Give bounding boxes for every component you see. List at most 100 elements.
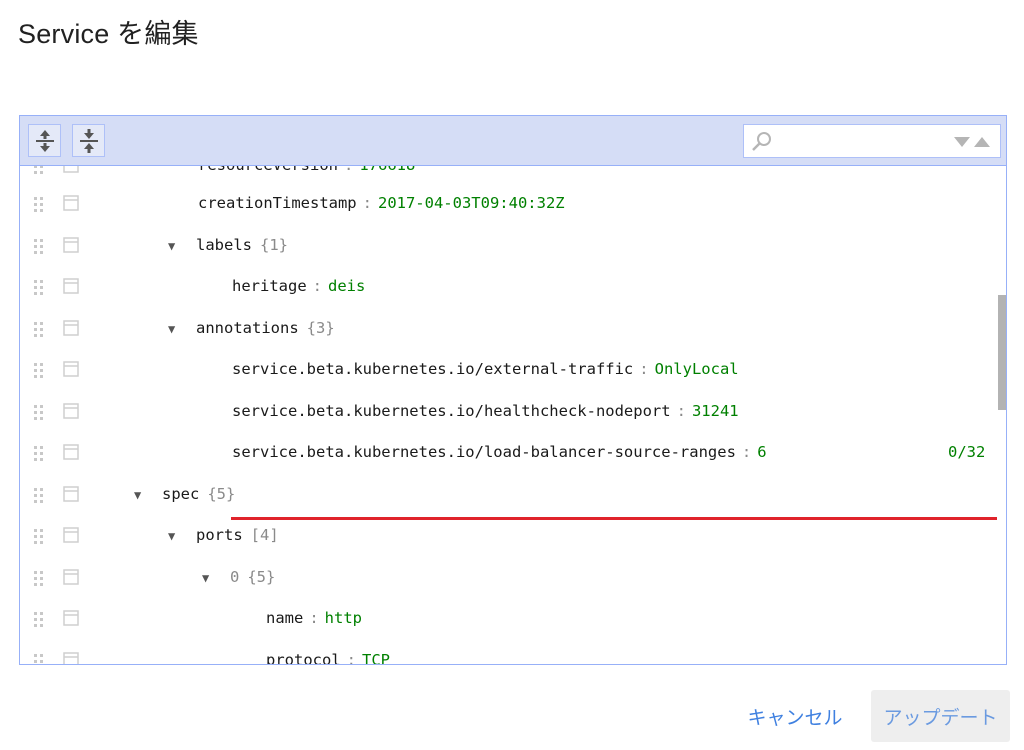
- child-count: {3}: [306, 319, 335, 337]
- expand-toggle-icon[interactable]: ▼: [168, 225, 186, 267]
- drag-dots-icon[interactable]: [32, 527, 46, 545]
- field-value[interactable]: 6: [757, 443, 766, 461]
- context-menu-icon[interactable]: [63, 610, 79, 626]
- tree-row[interactable]: protocol: TCP: [20, 639, 1006, 665]
- field-name[interactable]: spec: [162, 485, 199, 503]
- field-value[interactable]: http: [325, 609, 362, 627]
- tree-row[interactable]: ▼ annotations {3}: [20, 307, 1006, 349]
- collapse-all-button[interactable]: [72, 124, 105, 157]
- triangle-down-icon: [954, 137, 970, 147]
- tree-row[interactable]: service.beta.kubernetes.io/healthcheck-n…: [20, 390, 1006, 432]
- key-value-separator: :: [309, 609, 319, 627]
- editor-menubar: [20, 116, 1006, 166]
- context-menu-icon[interactable]: [63, 320, 79, 336]
- dialog-title: Service を編集: [18, 19, 199, 49]
- triangle-up-icon: [974, 137, 990, 147]
- expand-all-button[interactable]: [28, 124, 61, 157]
- drag-dots-icon[interactable]: [32, 195, 46, 213]
- field-name[interactable]: resourceVersion: [198, 166, 338, 174]
- tree-row[interactable]: heritage: deis: [20, 265, 1006, 307]
- key-value-separator: :: [346, 651, 356, 665]
- context-menu-icon[interactable]: [63, 166, 79, 173]
- tree-node: ▼ ports [4]: [168, 514, 279, 556]
- drag-dots-icon[interactable]: [32, 166, 46, 175]
- tree-row[interactable]: service.beta.kubernetes.io/external-traf…: [20, 348, 1006, 390]
- cancel-button[interactable]: キャンセル: [730, 690, 860, 742]
- field-name[interactable]: ports: [196, 526, 243, 544]
- context-menu-icon[interactable]: [63, 403, 79, 419]
- field-value[interactable]: 176618: [359, 166, 415, 174]
- field-name[interactable]: labels: [196, 236, 252, 254]
- drag-dots-icon[interactable]: [32, 569, 46, 587]
- key-value-separator: :: [338, 166, 359, 174]
- tree-node: name: http: [266, 597, 362, 639]
- tree-row[interactable]: ▼ labels {1}: [20, 224, 1006, 266]
- field-value[interactable]: OnlyLocal: [655, 360, 739, 378]
- drag-dots-icon[interactable]: [32, 278, 46, 296]
- drag-dots-icon[interactable]: [32, 444, 46, 462]
- context-menu-icon[interactable]: [63, 237, 79, 253]
- expand-toggle-icon[interactable]: ▼: [168, 308, 186, 350]
- tree-node: service.beta.kubernetes.io/external-traf…: [232, 348, 739, 390]
- tree-row[interactable]: creationTimestamp:2017-04-03T09:40:32Z: [20, 182, 1006, 224]
- field-name[interactable]: service.beta.kubernetes.io/load-balancer…: [232, 443, 736, 461]
- field-name[interactable]: annotations: [196, 319, 299, 337]
- field-name[interactable]: service.beta.kubernetes.io/external-traf…: [232, 360, 633, 378]
- tree-node: ▼ labels {1}: [168, 224, 288, 266]
- drag-dots-icon[interactable]: [32, 320, 46, 338]
- tree-node: ▼ spec {5}: [134, 473, 235, 515]
- context-menu-icon[interactable]: [63, 361, 79, 377]
- tree-row[interactable]: service.beta.kubernetes.io/load-balancer…: [20, 431, 1006, 473]
- expand-all-icon: [35, 129, 54, 152]
- context-menu-icon[interactable]: [63, 444, 79, 460]
- field-name[interactable]: service.beta.kubernetes.io/healthcheck-n…: [232, 402, 671, 420]
- child-count: {5}: [247, 568, 276, 586]
- field-value[interactable]: 31241: [692, 402, 739, 420]
- tree-row[interactable]: ▼ ports [4]: [20, 514, 1006, 556]
- tree-node: heritage: deis: [232, 265, 365, 307]
- tree-row[interactable]: ▼ 0 {5}: [20, 556, 1006, 598]
- drag-dots-icon[interactable]: [32, 403, 46, 421]
- child-count: {5}: [207, 485, 236, 503]
- drag-dots-icon[interactable]: [32, 486, 46, 504]
- key-value-separator: :: [676, 402, 686, 420]
- child-count: [4]: [250, 526, 279, 544]
- highlight-underline: [231, 517, 997, 520]
- collapse-all-icon: [79, 128, 98, 153]
- search-input[interactable]: [778, 129, 942, 155]
- scrollbar-thumb[interactable]: [998, 295, 1006, 410]
- search-icon: [752, 132, 771, 151]
- tree-node: protocol: TCP: [266, 639, 390, 665]
- context-menu-icon[interactable]: [63, 278, 79, 294]
- tree-node: service.beta.kubernetes.io/healthcheck-n…: [232, 390, 739, 432]
- context-menu-icon[interactable]: [63, 527, 79, 543]
- field-value[interactable]: 2017-04-03T09:40:32Z: [378, 194, 565, 212]
- field-name[interactable]: protocol: [266, 651, 341, 664]
- drag-dots-icon[interactable]: [32, 610, 46, 628]
- drag-dots-icon[interactable]: [32, 237, 46, 255]
- drag-dots-icon[interactable]: [32, 652, 46, 665]
- search-next-button[interactable]: [952, 136, 972, 148]
- field-name[interactable]: name: [266, 609, 303, 627]
- context-menu-icon[interactable]: [63, 652, 79, 665]
- drag-dots-icon[interactable]: [32, 361, 46, 379]
- expand-toggle-icon[interactable]: ▼: [168, 515, 186, 557]
- context-menu-icon[interactable]: [63, 486, 79, 502]
- tree-node: service.beta.kubernetes.io/load-balancer…: [232, 431, 767, 473]
- field-name[interactable]: creationTimestamp: [198, 194, 357, 212]
- expand-toggle-icon[interactable]: ▼: [202, 557, 220, 599]
- tree-row[interactable]: ▼ spec {5}: [20, 473, 1006, 515]
- json-editor: resourceVersion:176618creationTimestamp:…: [19, 115, 1007, 665]
- scrollbar-track[interactable]: [994, 216, 1006, 664]
- search-previous-button[interactable]: [972, 136, 992, 148]
- field-name[interactable]: heritage: [232, 277, 307, 295]
- field-name[interactable]: 0: [230, 568, 239, 586]
- tree-row[interactable]: name: http: [20, 597, 1006, 639]
- context-menu-icon[interactable]: [63, 569, 79, 585]
- key-value-separator: :: [362, 194, 372, 212]
- update-button[interactable]: アップデート: [871, 690, 1010, 742]
- context-menu-icon[interactable]: [63, 195, 79, 211]
- field-value[interactable]: TCP: [362, 651, 390, 664]
- field-value[interactable]: deis: [328, 277, 365, 295]
- expand-toggle-icon[interactable]: ▼: [134, 474, 152, 516]
